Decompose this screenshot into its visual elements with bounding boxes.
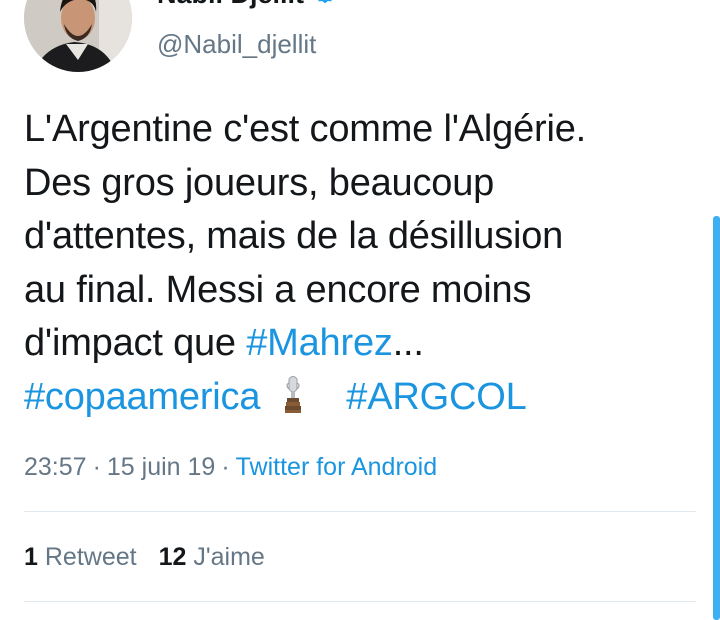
tweet-text: L'Argentine c'est comme l'Algérie. Des g… (24, 103, 704, 424)
divider (24, 601, 696, 602)
tweet-line: Des gros joueurs, beaucoup (24, 161, 495, 204)
author-name-row: Nabil Djellit (157, 0, 338, 10)
hashtag-copaamerica-link[interactable]: #copaamerica (24, 376, 260, 418)
meta-separator: · (92, 453, 101, 481)
author-handle[interactable]: @Nabil_djellit (157, 27, 316, 61)
avatar[interactable] (24, 0, 132, 72)
tweet-line: #copaamerica #ARGCOL (24, 371, 704, 425)
author-name[interactable]: Nabil Djellit (157, 0, 304, 10)
tweet-line: L'Argentine c'est comme l'Algérie. (24, 108, 586, 150)
tweet-meta: 23:57 · 15 juin 19 · Twitter for Android (24, 449, 437, 485)
ellipsis: ... (392, 322, 424, 364)
likes-count: 12 (158, 543, 187, 571)
hashtag-argcol-link[interactable]: #ARGCOL (346, 376, 526, 418)
likes-stat[interactable]: 12 J'aime (159, 543, 265, 571)
tweet-time: 23:57 (24, 453, 87, 481)
retweets-label: Retweet (44, 543, 137, 571)
likes-label: J'aime (193, 543, 265, 571)
tweet-date: 15 juin 19 (106, 453, 216, 481)
verified-badge-icon (318, 0, 332, 4)
tweet-line-text: d'impact que (24, 322, 247, 364)
retweets-count: 1 (24, 543, 38, 571)
tweet-line: d'impact que #Mahrez... (24, 317, 704, 371)
tweet-line: au final. Messi a encore moins (24, 268, 532, 311)
tweet-line: d'attentes, mais de la désillusion (24, 215, 564, 257)
retweets-stat[interactable]: 1 Retweet (24, 543, 137, 571)
hashtag-mahrez-link[interactable]: #Mahrez (246, 322, 393, 364)
scrollbar[interactable] (713, 216, 720, 620)
divider (24, 511, 696, 512)
tweet-source-link[interactable]: Twitter for Android (236, 453, 437, 481)
avatar-image (24, 0, 132, 72)
tweet-stats: 1 Retweet 12 J'aime (24, 539, 287, 575)
trophy-icon (285, 375, 302, 413)
meta-separator: · (221, 453, 230, 481)
